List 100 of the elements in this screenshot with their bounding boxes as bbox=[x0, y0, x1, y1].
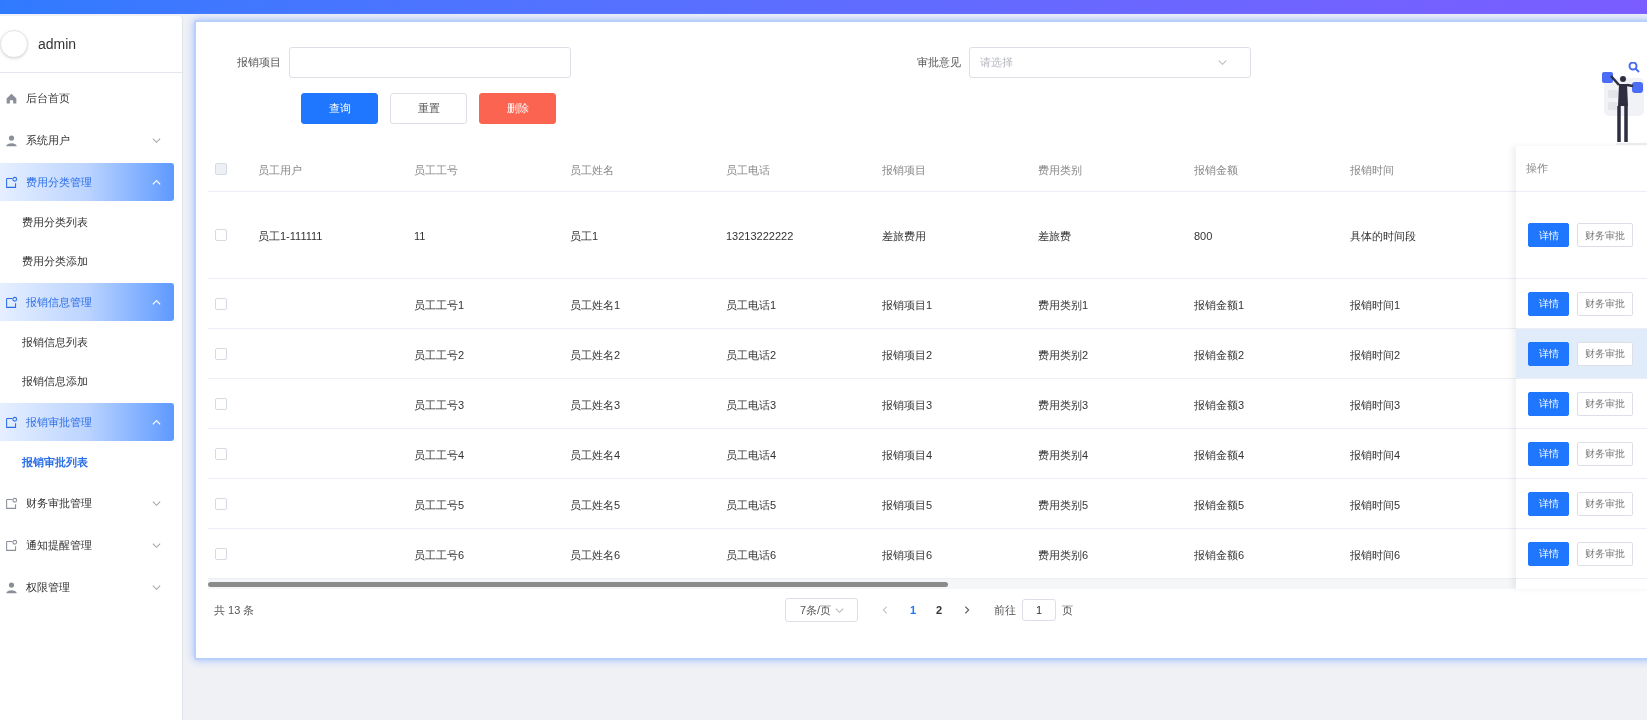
row-action-button[interactable]: 财务审批 bbox=[1577, 291, 1633, 316]
table-cell: 报销项目2 bbox=[882, 348, 933, 361]
table-cell: 员工姓名6 bbox=[570, 548, 621, 561]
menu-item[interactable]: 系统用户 bbox=[0, 121, 174, 159]
submenu-item[interactable]: 报销审批列表 bbox=[0, 443, 174, 482]
action-button[interactable]: 删除 bbox=[479, 93, 556, 124]
previous-page-icon[interactable] bbox=[880, 605, 890, 615]
table-cell: 员工工号5 bbox=[414, 498, 465, 511]
table-cell: 报销时间4 bbox=[1350, 448, 1401, 461]
table-cell: 报销项目4 bbox=[882, 448, 933, 461]
next-page-icon[interactable] bbox=[962, 605, 972, 615]
menu-item[interactable]: 费用分类管理 bbox=[0, 163, 174, 201]
table-cell: 差旅费用 bbox=[882, 230, 926, 242]
row-action-button[interactable]: 详情 bbox=[1528, 441, 1569, 466]
field-label: 报销项目 bbox=[237, 55, 281, 71]
column-header: 员工用户 bbox=[258, 163, 302, 176]
table-cell: 差旅费 bbox=[1038, 230, 1071, 242]
submenu-item[interactable]: 费用分类列表 bbox=[0, 203, 174, 242]
column-header: 费用类别 bbox=[1038, 163, 1082, 176]
table-cell: 员工姓名4 bbox=[570, 448, 621, 461]
submenu-item[interactable]: 费用分类添加 bbox=[0, 242, 174, 281]
column-header: 员工工号 bbox=[414, 163, 458, 176]
page-number[interactable]: 1 bbox=[900, 601, 926, 619]
checkbox[interactable] bbox=[215, 497, 227, 510]
row-action-button[interactable]: 财务审批 bbox=[1577, 223, 1633, 247]
table-cell: 800 bbox=[1194, 230, 1213, 242]
row-action-button[interactable]: 详情 bbox=[1528, 541, 1569, 566]
table-cell: 报销时间2 bbox=[1350, 348, 1401, 361]
table-cell: 员工工号6 bbox=[414, 548, 465, 561]
table-cell: 13213222222 bbox=[726, 230, 794, 242]
document-icon bbox=[5, 175, 18, 189]
goto-label: 前往 bbox=[994, 602, 1016, 618]
table-cell: 员工电话1 bbox=[726, 298, 777, 311]
home-icon bbox=[5, 91, 18, 105]
table-cell: 员工工号3 bbox=[414, 398, 465, 411]
table-cell: 员工电话5 bbox=[726, 498, 777, 511]
row-action-button[interactable]: 详情 bbox=[1528, 491, 1569, 516]
field-label: 审批意见 bbox=[917, 55, 961, 71]
row-action-button[interactable]: 详情 bbox=[1528, 341, 1569, 366]
table-cell: 员工工号1 bbox=[414, 298, 465, 311]
user-icon bbox=[5, 133, 18, 147]
checkbox[interactable] bbox=[215, 447, 227, 460]
table-cell: 员工电话2 bbox=[726, 348, 777, 361]
table-cell: 费用类别3 bbox=[1038, 398, 1089, 411]
row-action-button[interactable]: 详情 bbox=[1528, 291, 1569, 316]
column-header: 员工姓名 bbox=[570, 163, 614, 176]
table-cell: 报销时间3 bbox=[1350, 398, 1401, 411]
table-cell: 报销时间5 bbox=[1350, 498, 1401, 511]
table-cell: 报销时间1 bbox=[1350, 298, 1401, 311]
column-header: 报销金额 bbox=[1194, 163, 1238, 176]
menu-item[interactable]: 财务审批管理 bbox=[0, 484, 174, 522]
menu-item[interactable]: 报销信息管理 bbox=[0, 283, 174, 321]
row-action-button[interactable]: 财务审批 bbox=[1577, 491, 1633, 516]
chevron-down-icon bbox=[1217, 57, 1228, 68]
table-cell: 报销金额6 bbox=[1194, 548, 1245, 561]
document-icon bbox=[5, 415, 18, 429]
table-cell: 报销时间6 bbox=[1350, 548, 1401, 561]
table-cell: 报销金额3 bbox=[1194, 398, 1245, 411]
table-cell: 员工电话4 bbox=[726, 448, 777, 461]
input-field[interactable] bbox=[289, 47, 571, 78]
row-action-button[interactable]: 财务审批 bbox=[1577, 441, 1633, 466]
checkbox[interactable] bbox=[215, 547, 227, 560]
submenu-item[interactable]: 报销信息添加 bbox=[0, 362, 174, 401]
menu-item[interactable]: 后台首页 bbox=[0, 79, 174, 117]
document-icon bbox=[5, 295, 18, 309]
submenu-item[interactable]: 报销信息列表 bbox=[0, 323, 174, 362]
total-count: 共 13 条 bbox=[214, 602, 256, 618]
table-cell: 具体的时间段 bbox=[1350, 230, 1416, 242]
table-cell: 员工工号2 bbox=[414, 348, 465, 361]
table-cell: 员工1-111111 bbox=[258, 230, 323, 242]
menu-item[interactable]: 通知提醒管理 bbox=[0, 526, 174, 564]
table-cell: 员工工号4 bbox=[414, 448, 465, 461]
table-cell: 员工姓名1 bbox=[570, 298, 621, 311]
page-number[interactable]: 2 bbox=[926, 601, 952, 619]
action-button[interactable]: 重置 bbox=[390, 93, 467, 124]
scrollbar[interactable] bbox=[208, 581, 948, 587]
checkbox[interactable] bbox=[215, 229, 227, 241]
menu-item[interactable]: 报销审批管理 bbox=[0, 403, 174, 441]
row-action-button[interactable]: 详情 bbox=[1528, 223, 1569, 247]
table-cell: 费用类别1 bbox=[1038, 298, 1089, 311]
user-name: admin bbox=[38, 34, 77, 54]
checkbox[interactable] bbox=[215, 162, 227, 175]
row-action-button[interactable]: 详情 bbox=[1528, 391, 1569, 416]
checkbox[interactable] bbox=[215, 347, 227, 360]
document-icon bbox=[5, 496, 18, 510]
action-button[interactable]: 查询 bbox=[301, 93, 378, 124]
menu-item[interactable]: 权限管理 bbox=[0, 568, 174, 606]
table-cell: 报销项目6 bbox=[882, 548, 933, 561]
table-cell: 报销金额5 bbox=[1194, 498, 1245, 511]
row-action-button[interactable]: 财务审批 bbox=[1577, 391, 1633, 416]
table-cell: 报销项目5 bbox=[882, 498, 933, 511]
row-action-button[interactable]: 财务审批 bbox=[1577, 541, 1633, 566]
user-icon bbox=[5, 580, 18, 594]
checkbox[interactable] bbox=[215, 397, 227, 410]
page-size-select[interactable]: 7条/页 bbox=[785, 598, 858, 622]
row-action-button[interactable]: 财务审批 bbox=[1577, 341, 1633, 366]
column-header: 报销项目 bbox=[882, 163, 926, 176]
page-input[interactable]: 1 bbox=[1022, 599, 1056, 621]
checkbox[interactable] bbox=[215, 297, 227, 310]
table-cell: 费用类别6 bbox=[1038, 548, 1089, 561]
